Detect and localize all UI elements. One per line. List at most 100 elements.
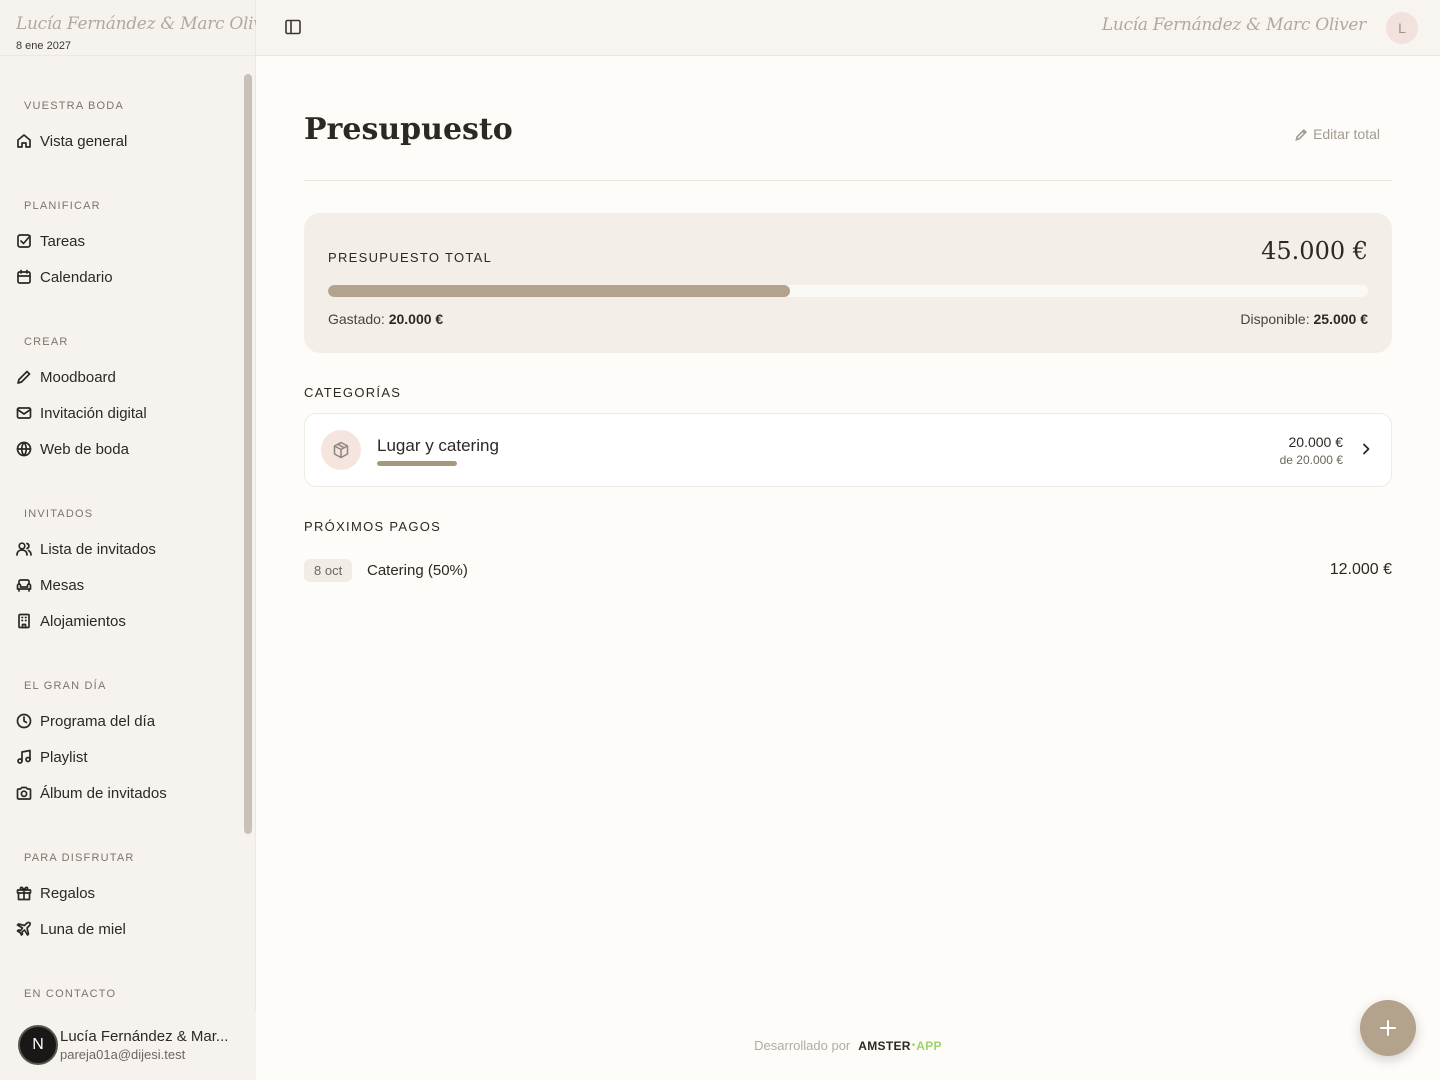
sidebar-item-label: Regalos — [40, 884, 96, 902]
sidebar-item-label: Programa del día — [40, 712, 156, 730]
sidebar-toggle-icon — [285, 19, 301, 35]
nav-heading: PARA DISFRUTAR — [24, 852, 135, 864]
plus-icon — [1380, 1020, 1396, 1036]
spent-value: 20.000 € — [388, 311, 444, 327]
sidebar-toggle-button[interactable] — [284, 18, 304, 38]
gift-icon — [16, 886, 32, 901]
avatar: N — [18, 1025, 58, 1065]
user-menu[interactable]: N Lucía Fernández & Mar... pareja01a@dij… — [0, 1010, 256, 1080]
category-icon — [321, 430, 361, 470]
sidebar-item-mesas[interactable]: Mesas — [0, 567, 240, 603]
package-icon — [333, 441, 349, 459]
category-name: Lugar y catering — [377, 436, 499, 455]
pen-icon — [17, 370, 31, 384]
user-info: Lucía Fernández & Mar... pareja01a@dijes… — [60, 1028, 236, 1062]
sidebar: Lucía Fernández & Marc Oliver 8 ene 2027… — [0, 0, 280, 1080]
budget-progress-fill — [328, 285, 790, 297]
plane-icon — [16, 921, 32, 936]
sidebar-item-lista-de-invitados[interactable]: Lista de invitados — [0, 531, 240, 567]
budget-total-value: 45.000 € — [1261, 237, 1368, 265]
music-icon — [17, 749, 31, 764]
sidebar-item-calendario[interactable]: Calendario — [0, 259, 240, 295]
footer-brand-dot: • — [911, 1040, 916, 1051]
category-row-lugar-y-catering[interactable]: Lugar y catering 20.000 € de 20.000 € — [304, 413, 1392, 487]
nav-heading: PLANIFICAR — [24, 200, 101, 212]
sidebar-item-album-de-invitados[interactable]: Álbum de invitados — [0, 775, 240, 811]
globe-icon — [16, 441, 32, 457]
edit-total-label: Editar total — [1313, 126, 1380, 142]
sidebar-item-label: Vista general — [40, 132, 128, 150]
sidebar-item-invitacion-digital[interactable]: Invitación digital — [0, 395, 240, 431]
sidebar-item-label: Lista de invitados — [40, 540, 156, 558]
sidebar-brand[interactable]: Lucía Fernández & Marc Oliver 8 ene 2027 — [0, 0, 280, 56]
page-title: Presupuesto — [304, 112, 513, 147]
sidebar-item-moodboard[interactable]: Moodboard — [0, 359, 240, 395]
couple-names-header: Lucía Fernández & Marc Oliver — [1101, 15, 1366, 35]
footer: Desarrollado por AMSTER • APP — [256, 1038, 1440, 1053]
wedding-date: 8 ene 2027 — [16, 40, 72, 52]
nav-section-el-gran-dia: EL GRAN DÍA Programa del día Playlist Ál… — [0, 679, 240, 811]
building-icon — [18, 613, 30, 629]
sidebar-item-luna-de-miel[interactable]: Luna de miel — [0, 911, 240, 947]
checkbox-icon — [17, 234, 31, 248]
sidebar-item-label: Tareas — [40, 232, 86, 250]
nav-section-crear: CREAR Moodboard Invitación digital Web d… — [0, 335, 240, 467]
payment-amount: 12.000 € — [1329, 561, 1392, 578]
budget-total-label: PRESUPUESTO TOTAL — [328, 250, 493, 265]
sidebar-item-label: Moodboard — [40, 368, 116, 386]
home-icon — [17, 134, 31, 148]
sofa-icon — [16, 579, 32, 592]
spent-label: Gastado: — [328, 311, 385, 327]
sidebar-item-regalos[interactable]: Regalos — [0, 875, 240, 911]
nav-section-planificar: PLANIFICAR Tareas Calendario — [0, 199, 240, 295]
sidebar-item-label: Álbum de invitados — [40, 784, 167, 802]
nav-heading: CREAR — [24, 336, 69, 348]
sidebar-item-playlist[interactable]: Playlist — [0, 739, 240, 775]
sidebar-scrollbar-thumb[interactable] — [244, 74, 252, 834]
user-name: Lucía Fernández & Mar... — [60, 1028, 229, 1045]
spent-summary: Gastado: 20.000 € — [328, 311, 443, 327]
sidebar-nav: VUESTRA BODA Vista general PLANIFICAR Ta… — [0, 56, 256, 1010]
nav-section-vuestra-boda: VUESTRA BODA Vista general — [0, 99, 240, 159]
pencil-icon — [1295, 128, 1308, 141]
sidebar-item-label: Calendario — [40, 268, 113, 286]
sidebar-item-web-de-boda[interactable]: Web de boda — [0, 431, 240, 467]
top-bar: Lucía Fernández & Marc Oliver L — [256, 0, 1440, 56]
category-progress-bar — [377, 461, 457, 466]
profile-avatar-button[interactable]: L — [1386, 12, 1418, 44]
sidebar-item-label: Luna de miel — [40, 920, 126, 938]
available-value: 25.000 € — [1313, 311, 1369, 327]
footer-brand-amster[interactable]: AMSTER — [858, 1039, 910, 1053]
nav-heading: EN CONTACTO — [24, 988, 117, 1000]
sidebar-item-alojamientos[interactable]: Alojamientos — [0, 603, 240, 639]
nav-heading: VUESTRA BODA — [24, 100, 124, 112]
mail-icon — [16, 407, 32, 419]
sidebar-item-vista-general[interactable]: Vista general — [0, 123, 240, 159]
calendar-icon — [17, 269, 31, 284]
nav-section-para-disfrutar: PARA DISFRUTAR Regalos Luna de miel — [0, 851, 240, 947]
nav-section-en-contacto: EN CONTACTO — [0, 987, 240, 1001]
divider — [304, 180, 1392, 181]
sidebar-item-label: Playlist — [40, 748, 88, 766]
payment-row[interactable]: 8 oct Catering (50%) 12.000 € — [304, 559, 1392, 583]
sidebar-item-programa-del-dia[interactable]: Programa del día — [0, 703, 240, 739]
edit-total-button[interactable]: Editar total — [1295, 126, 1380, 142]
sidebar-item-tareas[interactable]: Tareas — [0, 223, 240, 259]
available-label: Disponible: — [1240, 311, 1310, 327]
camera-icon — [16, 786, 32, 800]
user-email: pareja01a@dijesi.test — [60, 1047, 186, 1062]
footer-developed-by: Desarrollado por — [754, 1038, 851, 1053]
category-progress-fill — [377, 461, 457, 466]
payment-date-badge: 8 oct — [304, 559, 353, 582]
add-button[interactable] — [1360, 1000, 1416, 1056]
nav-section-invitados: INVITADOS Lista de invitados Mesas Aloja… — [0, 507, 240, 639]
categories-heading: CATEGORÍAS — [304, 385, 402, 400]
budget-progress-bar — [328, 285, 1368, 297]
footer-brand-app[interactable]: APP — [916, 1039, 942, 1053]
nav-heading: INVITADOS — [24, 508, 94, 520]
payments-heading: PRÓXIMOS PAGOS — [304, 519, 442, 534]
payment-name: Catering (50%) — [367, 562, 468, 579]
sidebar-item-label: Mesas — [40, 576, 85, 594]
chevron-right-icon — [1359, 442, 1373, 456]
budget-total-card: PRESUPUESTO TOTAL 45.000 € Gastado: 20.0… — [304, 213, 1392, 353]
